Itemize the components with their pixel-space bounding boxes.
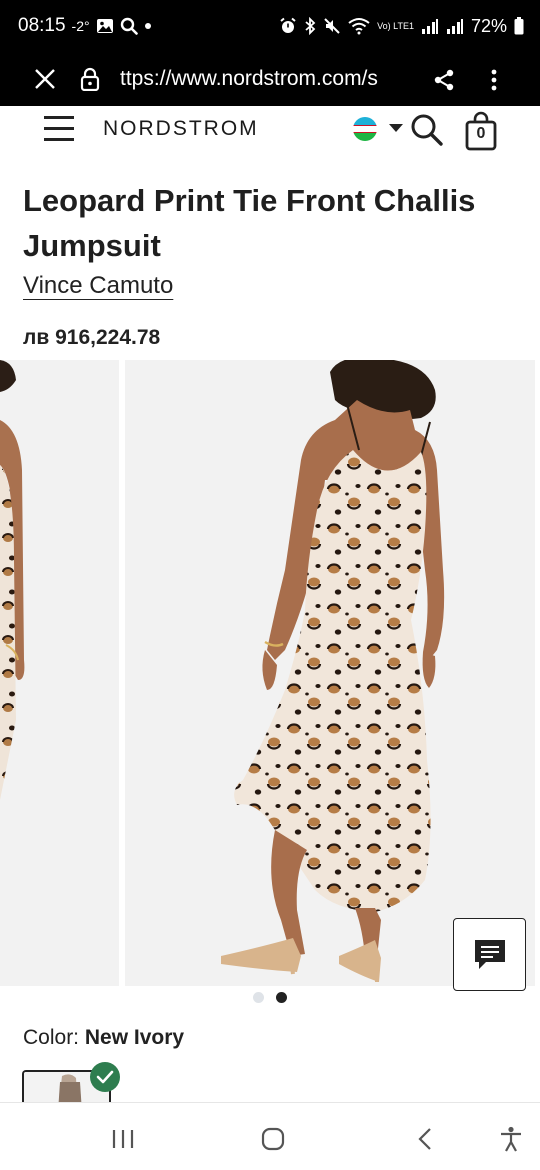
recent-apps-icon <box>112 1130 134 1148</box>
product-image-previous[interactable] <box>0 360 119 986</box>
carousel-dot-2[interactable] <box>276 992 287 1003</box>
accessibility-button[interactable] <box>496 1125 526 1153</box>
url-text[interactable]: ttps://www.nordstrom.com/s <box>120 67 410 91</box>
status-bar: 08:15 -2° Vo) LTE1 72% <box>0 0 540 52</box>
search-button[interactable] <box>409 112 445 148</box>
chat-icon <box>474 939 505 969</box>
alarm-icon <box>279 17 297 35</box>
menu-icon[interactable] <box>44 116 74 142</box>
system-navigation-bar <box>0 1102 540 1170</box>
back-icon <box>418 1128 431 1150</box>
product-image-main[interactable] <box>125 360 535 986</box>
product-price: лв 916,224.78 <box>23 326 161 349</box>
search-icon <box>120 17 138 35</box>
network-label: Vo) LTE1 <box>377 20 414 31</box>
status-temperature: -2° <box>71 18 90 34</box>
bluetooth-icon <box>304 17 316 35</box>
signal-icon-2 <box>446 18 464 34</box>
nordstrom-logo[interactable]: NORDSTROM <box>103 117 259 141</box>
battery-percent: 72% <box>470 15 507 36</box>
color-selection-label: Color: New Ivory <box>23 1026 184 1050</box>
signal-icon <box>421 18 439 34</box>
product-image-carousel[interactable] <box>0 360 540 986</box>
notification-dot-icon <box>144 22 152 30</box>
bag-count: 0 <box>476 125 486 142</box>
selected-check-icon <box>90 1062 120 1092</box>
chevron-down-icon[interactable] <box>389 124 403 132</box>
home-icon <box>261 1127 285 1151</box>
brand-link[interactable]: Vince Camuto <box>23 272 173 300</box>
carousel-dot-1[interactable] <box>253 992 264 1003</box>
back-button[interactable] <box>410 1125 440 1153</box>
share-button[interactable] <box>430 66 458 94</box>
recent-apps-button[interactable] <box>108 1125 138 1153</box>
shopping-bag-button[interactable]: 0 <box>464 111 498 151</box>
product-title: Leopard Print Tie Front Challis Jumpsuit <box>23 183 476 263</box>
country-flag-icon[interactable] <box>353 117 377 141</box>
share-icon <box>434 69 454 91</box>
browser-menu-button[interactable] <box>482 66 506 94</box>
home-button[interactable] <box>258 1125 288 1153</box>
close-icon <box>35 69 55 89</box>
carousel-pagination <box>0 992 540 1004</box>
battery-icon <box>514 17 524 35</box>
site-header: NORDSTROM 0 <box>0 106 540 156</box>
status-time: 08:15 <box>18 15 66 36</box>
browser-url-bar: ttps://www.nordstrom.com/s <box>0 52 540 106</box>
lock-icon[interactable] <box>78 66 102 92</box>
wifi-icon <box>348 17 370 35</box>
mute-icon <box>323 17 341 35</box>
color-value: New Ivory <box>84 1026 185 1049</box>
gallery-icon <box>96 18 114 34</box>
search-icon <box>411 114 443 146</box>
more-vert-icon <box>491 69 497 91</box>
color-label: Color: <box>23 1026 80 1049</box>
chat-button[interactable] <box>453 918 526 991</box>
accessibility-icon <box>501 1126 521 1152</box>
close-tab-button[interactable] <box>30 64 60 94</box>
